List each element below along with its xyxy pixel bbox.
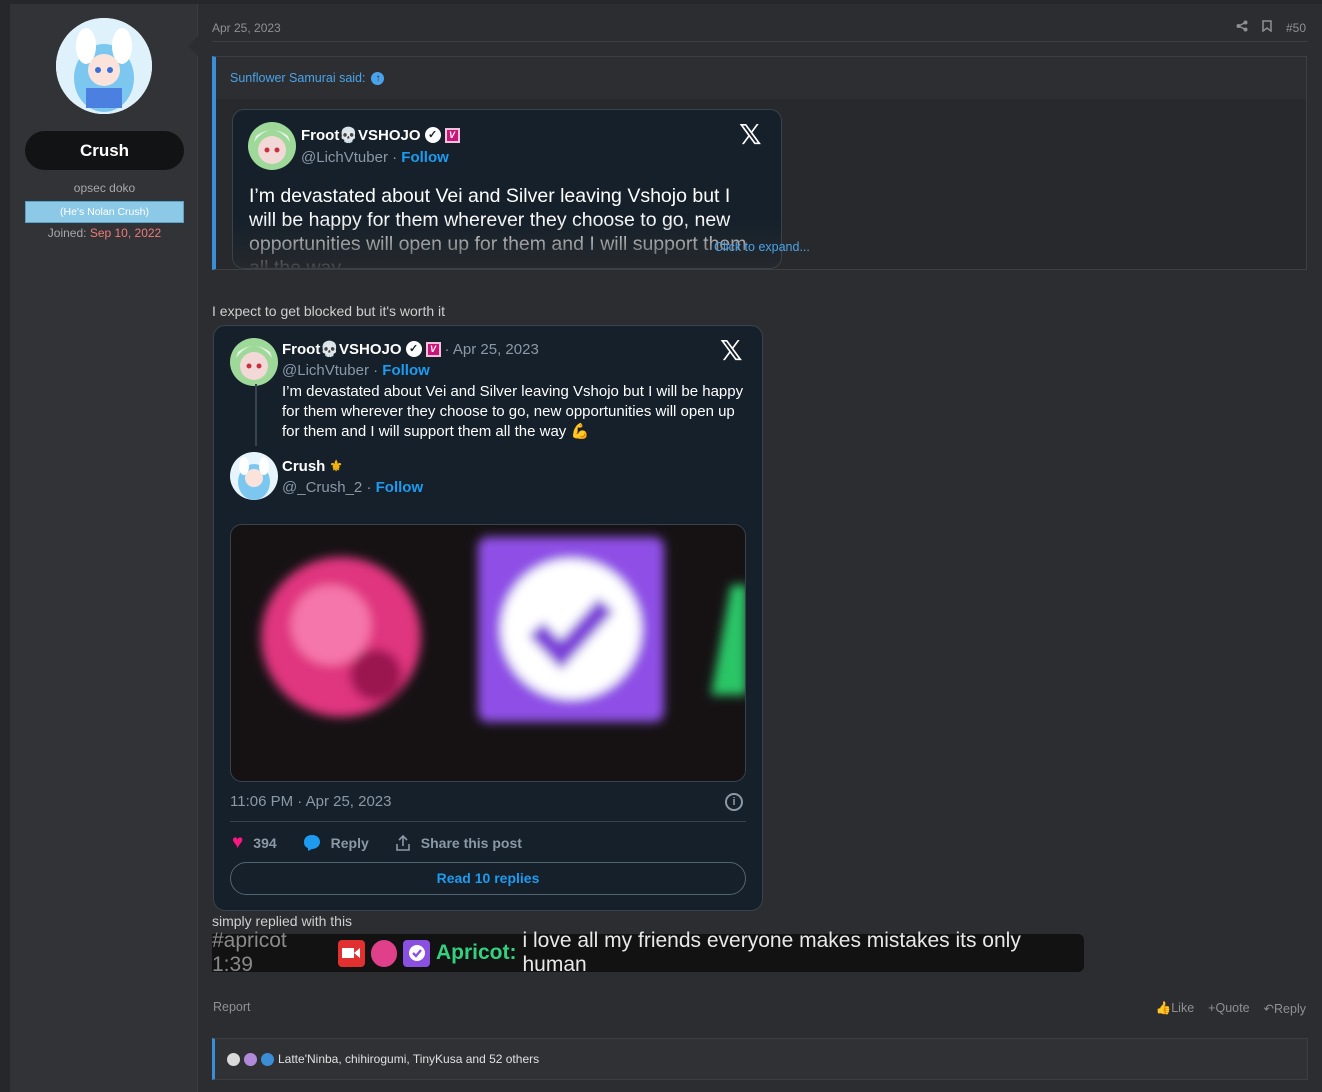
tweet-text: I’m devastated about Vei and Silver leav… — [282, 383, 744, 440]
vshojo-badge-icon: V — [444, 127, 460, 143]
tweet-handle[interactable]: @LichVtuber — [282, 362, 369, 379]
user-sidebar: Crush opsec doko (He's Nolan Crush) Join… — [10, 4, 198, 1092]
verified-icon: ✓ — [405, 341, 422, 357]
reply-handle-row: @_Crush_2 · Follow — [282, 479, 424, 496]
skull-icon: 💀 — [320, 341, 340, 358]
tweet-avatar[interactable] — [230, 338, 278, 386]
post-body-text: I expect to get blocked but it's worth i… — [212, 303, 446, 319]
follow-link[interactable]: Follow — [376, 479, 424, 496]
author-name-suffix: VSHOJO — [339, 340, 402, 358]
reaction-icon — [244, 1052, 257, 1066]
quote-button[interactable]: +Quote — [1208, 1001, 1249, 1016]
crown-icon: ⚜ — [329, 458, 343, 475]
verified-badge-icon — [403, 939, 430, 967]
chat-screenshot: #apricot 1:39 Apricot: i love all my fri… — [212, 929, 1084, 976]
reactions-bar[interactable]: Latte'Ninba, chihirogumi, TinyKusa and 5… — [212, 1038, 1308, 1080]
like-action[interactable]: ♥ 394 — [232, 832, 277, 854]
user-title: opsec doko — [73, 181, 136, 195]
thumbs-up-reaction-icon — [261, 1052, 274, 1066]
quote-header[interactable]: Sunflower Samurai said: ↑ — [216, 57, 1306, 99]
reply-avatar[interactable] — [230, 452, 278, 500]
divider — [230, 821, 746, 822]
report-link[interactable]: Report — [213, 1000, 251, 1014]
reply-handle[interactable]: @_Crush_2 — [282, 479, 362, 496]
upload-icon — [395, 835, 410, 851]
arrow-up-icon[interactable]: ↑ — [371, 71, 385, 85]
follow-link[interactable]: Follow — [401, 149, 449, 166]
verified-icon: ✓ — [424, 127, 441, 143]
reply-action[interactable]: Reply — [303, 834, 369, 852]
share-icon[interactable] — [1236, 20, 1248, 35]
tweet-author-name[interactable]: Froot 💀 VSHOJO ✓ V · Apr 25, 2023 — [282, 340, 539, 359]
read-replies-button[interactable]: Read 10 replies — [230, 862, 746, 895]
tweet-handle-row: @LichVtuber · Follow — [301, 149, 449, 166]
reply-author-name[interactable]: Crush ⚜ — [282, 457, 343, 476]
reply-name: Crush — [282, 457, 326, 475]
quote-fade — [233, 218, 781, 268]
x-logo-icon[interactable]: 𝕏 — [720, 334, 743, 367]
heart-icon: ♥ — [232, 832, 244, 853]
author-name-prefix: Froot — [301, 126, 340, 144]
chat-message: i love all my friends everyone makes mis… — [522, 929, 1021, 976]
quote-author[interactable]: Sunflower Samurai said: — [230, 71, 365, 85]
user-joined: Joined: Sep 10, 2022 — [25, 226, 184, 240]
thread-line — [255, 384, 257, 446]
share-label: Share this post — [420, 835, 522, 851]
reply-button[interactable]: ↶Reply — [1264, 1001, 1306, 1016]
vshojo-badge-icon: V — [425, 341, 441, 357]
username-badge[interactable]: Crush — [25, 131, 184, 170]
tweet-embed: Froot 💀 VSHOJO ✓ V · Apr 25, 2023 @LichV… — [213, 325, 763, 911]
joined-date: Sep 10, 2022 — [89, 226, 162, 240]
tweet-handle-row: @LichVtuber · Follow — [282, 362, 430, 379]
chat-username: Apricot: — [435, 941, 517, 964]
like-button[interactable]: 👍Like — [1156, 1001, 1195, 1016]
user-avatar[interactable] — [56, 18, 152, 114]
share-action[interactable]: Share this post — [395, 835, 522, 851]
divider — [212, 41, 1308, 42]
reply-label: Reply — [1274, 1002, 1306, 1016]
thumbs-up-icon: 👍 — [1155, 1001, 1172, 1015]
post-arrow — [188, 36, 198, 56]
joined-label: Joined: — [47, 226, 87, 240]
tweet-author-name[interactable]: Froot 💀 VSHOJO ✓ V — [301, 126, 460, 144]
user-banner: (He's Nolan Crush) — [25, 201, 184, 223]
quoted-tweet-embed: Froot 💀 VSHOJO ✓ V @LichVtuber · Follow … — [232, 109, 782, 269]
chat-channel: #apricot 1:39 — [212, 929, 287, 976]
follow-link[interactable]: Follow — [382, 362, 430, 379]
click-to-expand-link[interactable]: Click to expand... — [714, 240, 810, 254]
reactions-text[interactable]: Latte'Ninba, chihirogumi, TinyKusa and 5… — [278, 1052, 539, 1066]
reply-arrow-icon: ↶ — [1263, 1002, 1275, 1016]
reaction-icon — [227, 1052, 240, 1066]
tweet-timestamp[interactable]: 11:06 PM · Apr 25, 2023 — [230, 793, 392, 810]
post-date[interactable]: Apr 25, 2023 — [212, 21, 281, 35]
comment-bubble-icon — [303, 835, 320, 851]
video-camera-icon — [337, 939, 365, 967]
tweet-handle[interactable]: @LichVtuber — [301, 149, 388, 166]
tweet-date[interactable]: · Apr 25, 2023 — [445, 341, 539, 358]
tweet-actions: ♥ 394 Reply Share this post — [232, 832, 522, 854]
quote-block: Sunflower Samurai said: ↑ Froot 💀 VSHOJO… — [212, 56, 1307, 270]
post-number[interactable]: #50 — [1286, 21, 1306, 35]
bookmark-icon[interactable] — [1262, 20, 1272, 35]
post-body-text-2: simply replied with this — [212, 913, 353, 929]
skull-icon: 💀 — [339, 127, 359, 144]
tweet-avatar[interactable] — [248, 122, 296, 170]
author-name-prefix: Froot — [282, 340, 321, 358]
info-icon[interactable]: i — [725, 793, 743, 811]
x-logo-icon[interactable]: 𝕏 — [739, 118, 762, 151]
like-count: 394 — [253, 835, 277, 851]
quote-label: Quote — [1215, 1001, 1250, 1015]
post-header-actions: #50 — [1236, 20, 1306, 35]
post-footer-actions: 👍Like +Quote ↶Reply — [1156, 1001, 1306, 1016]
tweet-media-image[interactable] — [230, 524, 746, 782]
author-name-suffix: VSHOJO — [358, 126, 421, 144]
reply-label: Reply — [330, 835, 369, 851]
gem-badge-icon — [370, 939, 398, 967]
like-label: Like — [1171, 1001, 1195, 1015]
